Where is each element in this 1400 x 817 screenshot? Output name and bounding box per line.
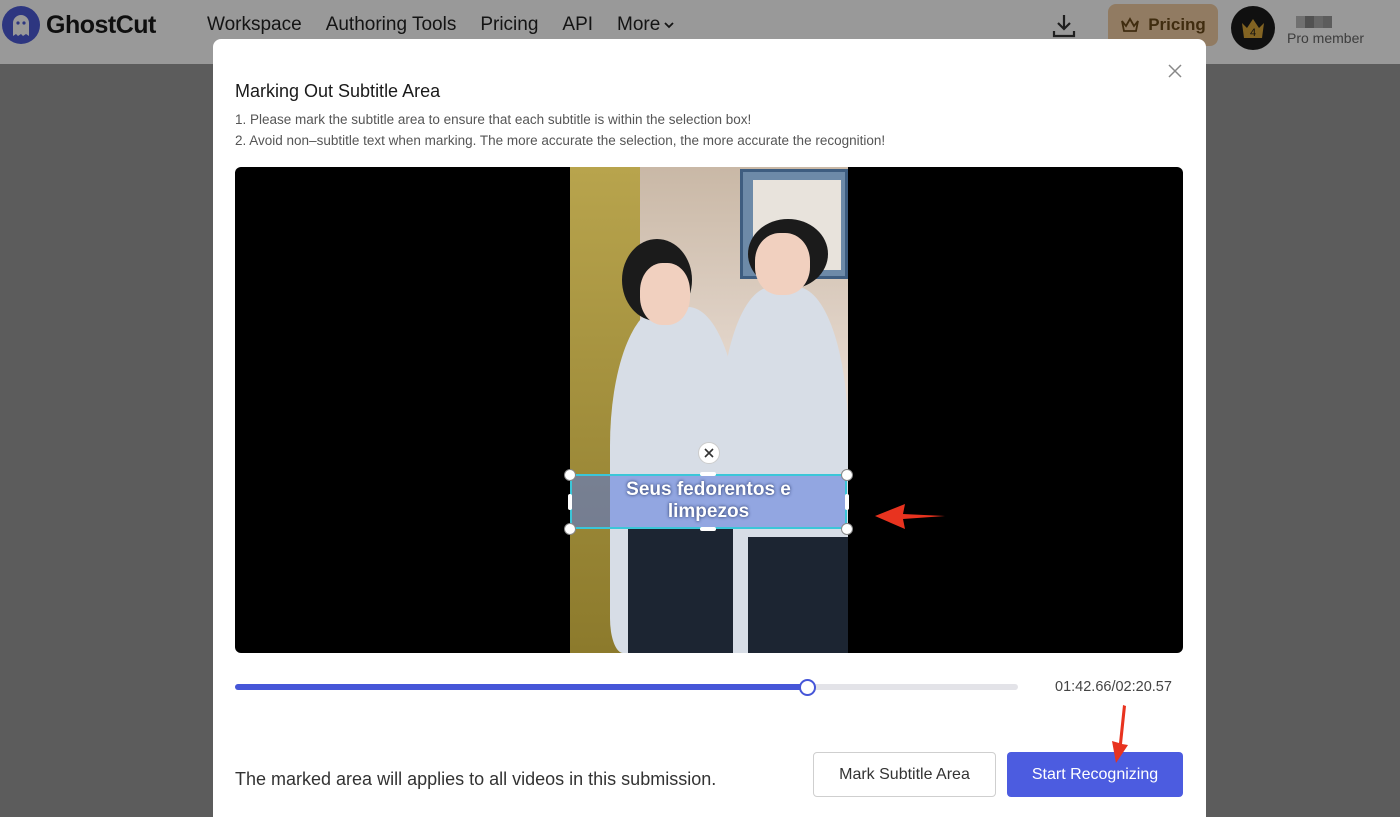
instruction-2: 2. Avoid non–subtitle text when marking.… (235, 133, 886, 148)
resize-handle-bottom-left[interactable] (564, 523, 576, 535)
resize-handle-top[interactable] (700, 472, 716, 476)
remove-selection-icon[interactable] (698, 442, 720, 464)
annotation-arrow-icon (875, 504, 945, 529)
instruction-1: 1. Please mark the subtitle area to ensu… (235, 112, 752, 127)
subtitle-line-1: Seus fedorentos e (626, 479, 791, 500)
subtitle-selection-box[interactable]: Seus fedorentos e limpezos (570, 474, 847, 529)
mark-subtitle-area-button[interactable]: Mark Subtitle Area (813, 752, 996, 797)
resize-handle-bottom[interactable] (700, 527, 716, 531)
subtitle-line-2: limpezos (667, 501, 750, 522)
subtitle-text: Seus fedorentos e limpezos (572, 479, 845, 523)
subtitle-area-dialog: Marking Out Subtitle Area 1. Please mark… (213, 39, 1206, 817)
resize-handle-top-left[interactable] (564, 469, 576, 481)
person-left-pants (628, 527, 733, 653)
dialog-title: Marking Out Subtitle Area (235, 81, 441, 101)
resize-handle-bottom-right[interactable] (841, 523, 853, 535)
resize-handle-top-right[interactable] (841, 469, 853, 481)
person-right-pants (748, 537, 848, 653)
timecode: 01:42.66/02:20.57 (1055, 679, 1172, 695)
progress-fill (235, 684, 807, 690)
submission-note: The marked area will applies to all vide… (235, 769, 717, 789)
progress-thumb[interactable] (798, 679, 816, 696)
close-icon[interactable] (1165, 61, 1185, 81)
annotation-arrow-down-icon (1112, 705, 1128, 763)
video-preview[interactable]: Seus fedorentos e limpezos (235, 167, 1183, 653)
video-progress-slider[interactable] (235, 679, 1018, 696)
person-right-face (755, 233, 810, 295)
person-left-face (640, 263, 690, 325)
start-recognizing-button[interactable]: Start Recognizing (1007, 752, 1183, 797)
resize-handle-right[interactable] (845, 494, 849, 510)
resize-handle-left[interactable] (568, 494, 572, 510)
video-frame (570, 167, 848, 653)
